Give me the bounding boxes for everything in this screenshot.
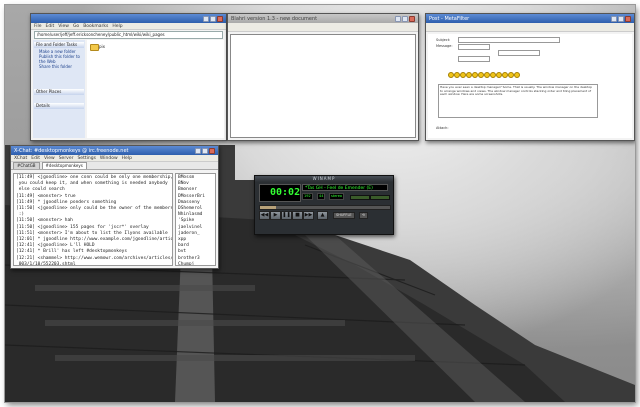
balance-slider[interactable]	[370, 195, 390, 200]
nick-list[interactable]: BMossm BNov Bmonser DMosserBri Dmasseny DShem…	[175, 173, 216, 266]
window-title: Post - MetaFilter	[429, 15, 470, 22]
desktop: File Edit View Go Bookmarks Help /home/u…	[5, 5, 635, 402]
menu-edit[interactable]: Edit	[31, 156, 40, 161]
menu-go[interactable]: Go	[73, 24, 79, 29]
toolbar	[228, 23, 418, 32]
minimize-icon[interactable]	[195, 147, 201, 154]
address-bar[interactable]: /home/user/jeff/jeff.ericksoncheney/publ…	[34, 31, 223, 39]
maximize-icon[interactable]	[210, 15, 216, 22]
irc-menubar: XChat Edit View Server Settings Window H…	[11, 155, 218, 162]
winamp-player[interactable]: WINAMP 00:02 *Tas GH - Feel de Emender (…	[254, 175, 394, 235]
close-icon[interactable]	[625, 15, 631, 22]
menu-view[interactable]: View	[44, 156, 55, 161]
menu-bookmarks[interactable]: Bookmarks	[83, 24, 108, 29]
minimize-icon[interactable]	[395, 15, 401, 22]
irc-window[interactable]: X-Chat: #desktopmonkeys @ irc.freenode.n…	[10, 145, 219, 269]
chat-line: 003/1/10/552203.shtml	[16, 261, 76, 266]
task-pane-section[interactable]: Other Places	[34, 89, 84, 95]
seek-bar-fill	[260, 206, 276, 209]
track-marquee[interactable]: *Tas GH - Feel de Emender (E)	[302, 184, 388, 191]
task-pane-section[interactable]: File and Folder Tasks	[34, 42, 84, 48]
shuffle-button[interactable]: SHUFFLE	[333, 212, 355, 219]
channel-tabs: #ChatGB #desktopmonkeys	[11, 162, 218, 170]
eject-button[interactable]: ▲	[317, 211, 328, 220]
post-form: Subject: Message: Have you ever seen a d…	[428, 34, 632, 138]
editor-titlebar[interactable]: Blahri version 1.3 - new document	[228, 14, 418, 23]
khz-display: 44	[317, 193, 326, 200]
menu-settings[interactable]: Settings	[77, 156, 95, 161]
task-pane-section[interactable]: Details	[34, 103, 84, 109]
size-select[interactable]	[458, 56, 490, 62]
subject-input[interactable]	[458, 37, 560, 43]
play-button[interactable]: ▶	[270, 211, 281, 220]
chat-line: [11:50] <jgoodline> only could be the ow…	[16, 206, 173, 212]
menu-edit[interactable]: Edit	[46, 24, 55, 29]
minimize-icon[interactable]	[611, 15, 617, 22]
time-display[interactable]: 00:02	[259, 184, 301, 202]
chat-log[interactable]: [11:49] <jgoodline> one conn could be on…	[13, 173, 173, 266]
font-select[interactable]	[498, 50, 540, 56]
maximize-icon[interactable]	[402, 15, 408, 22]
message-textarea[interactable]: Have you ever seen a desktop manager? So…	[438, 84, 598, 118]
repeat-button[interactable]: ⟲	[359, 212, 368, 219]
editor-window[interactable]: Blahri version 1.3 - new document	[227, 13, 419, 141]
attach-label: Attach:	[436, 126, 449, 130]
file-list[interactable]: pix	[87, 40, 224, 138]
menu-view[interactable]: View	[58, 24, 69, 29]
chat-line: [12:21] <shammel> http://www.wemowr.com/…	[16, 255, 173, 261]
task-pane: File and Folder Tasks Make a new folder …	[33, 40, 85, 138]
previous-button[interactable]: ◀◀	[259, 211, 270, 220]
stereo-indicator: stereo	[329, 193, 345, 200]
window-title: X-Chat: #desktopmonkeys @ irc.freenode.n…	[14, 147, 129, 154]
elapsed-time: 00:02	[270, 187, 301, 198]
menu-server[interactable]: Server	[59, 156, 74, 161]
folder-label[interactable]: pix	[99, 44, 105, 49]
minimize-icon[interactable]	[203, 15, 209, 22]
message-label: Message:	[436, 44, 453, 48]
smiley-icon[interactable]	[514, 72, 520, 78]
browser-titlebar[interactable]: Post - MetaFilter	[426, 14, 634, 23]
stop-button[interactable]: ■	[292, 211, 303, 220]
seek-bar[interactable]	[259, 205, 391, 210]
tab-channel[interactable]: #ChatGB	[13, 162, 40, 169]
next-button[interactable]: ▶▶	[303, 211, 314, 220]
maximize-icon[interactable]	[202, 147, 208, 154]
format-select[interactable]	[458, 44, 490, 50]
irc-titlebar[interactable]: X-Chat: #desktopmonkeys @ irc.freenode.n…	[11, 146, 218, 155]
subject-label: Subject:	[436, 38, 451, 42]
menu-help[interactable]: Help	[122, 156, 132, 161]
menu-file[interactable]: File	[34, 24, 42, 29]
close-icon[interactable]	[409, 15, 415, 22]
kbps-display: 192	[302, 193, 313, 200]
file-manager-window[interactable]: File Edit View Go Bookmarks Help /home/u…	[30, 13, 227, 141]
browser-window[interactable]: Post - MetaFilter Subject: Message: Have…	[425, 13, 635, 141]
menu-help[interactable]: Help	[112, 24, 122, 29]
task-publish-folder[interactable]: Publish this folder to the Web	[33, 54, 85, 64]
folder-icon[interactable]	[90, 44, 99, 51]
file-manager-titlebar[interactable]	[31, 14, 226, 23]
chat-line: [11:50] <jgoodline> 155 pages for 'jscr*…	[16, 224, 149, 230]
maximize-icon[interactable]	[618, 15, 624, 22]
window-title: Blahri version 1.3 - new document	[231, 15, 318, 22]
menubar: File Edit View Go Bookmarks Help	[31, 23, 226, 30]
task-share-folder[interactable]: Share this folder	[33, 64, 85, 69]
tab-channel[interactable]: #desktopmonkeys	[41, 162, 87, 169]
close-icon[interactable]	[217, 15, 223, 22]
winamp-title[interactable]: WINAMP	[255, 176, 393, 182]
close-icon[interactable]	[209, 147, 215, 154]
menu-xchat[interactable]: XChat	[14, 156, 27, 161]
browser-toolbar	[426, 23, 634, 32]
editor-text-area[interactable]	[230, 34, 416, 138]
volume-slider[interactable]	[350, 195, 370, 200]
menu-window[interactable]: Window	[100, 156, 118, 161]
pause-button[interactable]: ❚❚	[281, 211, 292, 220]
nick-item[interactable]: Chumpj	[178, 262, 213, 265]
